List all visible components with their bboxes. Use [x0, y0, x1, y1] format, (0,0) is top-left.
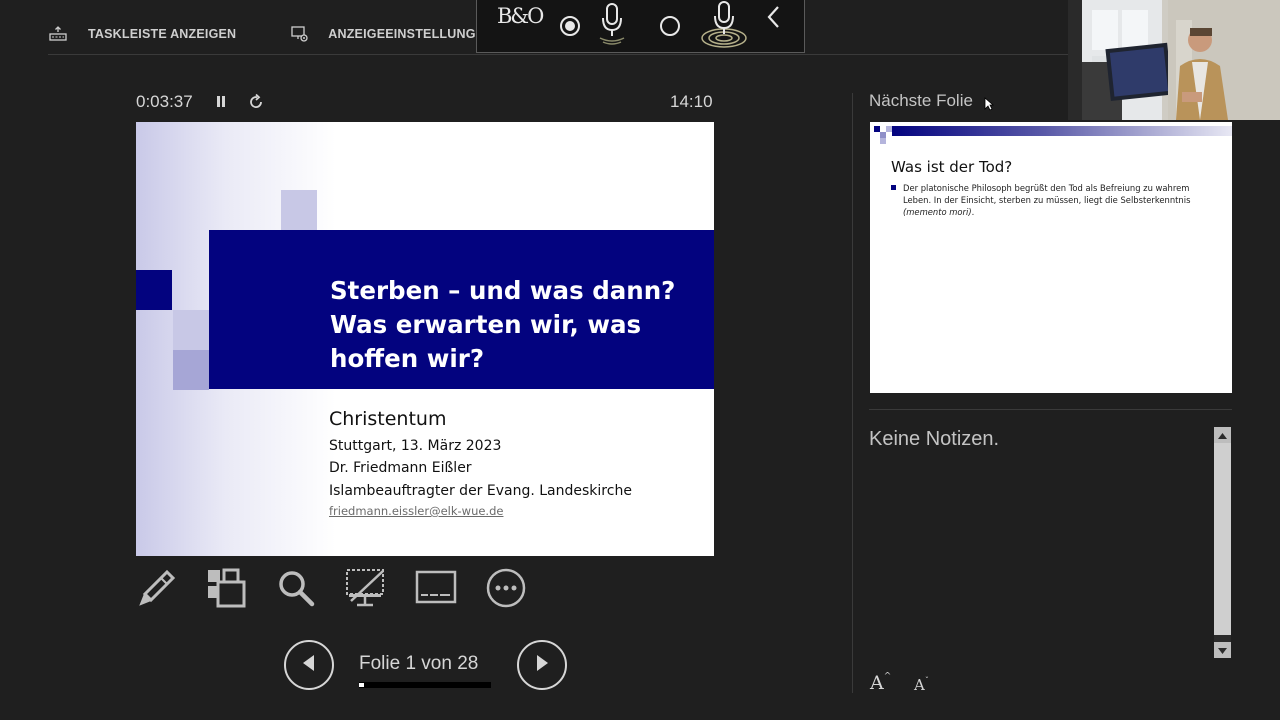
show-taskbar-button[interactable]: TASKLEISTE ANZEIGEN	[48, 26, 236, 42]
scroll-thumb[interactable]	[1214, 443, 1231, 635]
arrow-up-icon	[1218, 426, 1227, 444]
current-time: 14:10	[670, 92, 713, 111]
pen-tool-button[interactable]	[136, 568, 178, 613]
slide-subtitle: Christentum	[329, 408, 447, 430]
next-slide-body-italic: (memento mori)	[903, 207, 972, 217]
caret-down-icon: ˇ	[924, 676, 929, 685]
webcam-video	[1068, 0, 1280, 120]
slide-counter[interactable]: Folie 1 von 28	[359, 653, 478, 675]
microphone-active-icon[interactable]	[699, 0, 749, 55]
previous-slide-button[interactable]	[284, 640, 334, 690]
show-taskbar-label: TASKLEISTE ANZEIGEN	[88, 27, 237, 41]
microphone-icon[interactable]	[595, 2, 629, 53]
bullet-marker	[891, 185, 896, 190]
elapsed-timer: 0:03:37	[136, 92, 193, 111]
record-selected-icon[interactable]	[559, 15, 581, 42]
decrease-font-button[interactable]: Aˇ	[914, 676, 929, 694]
collapse-icon[interactable]	[765, 4, 783, 35]
slide-title: Sterben – und was dann? Was erwarten wir…	[330, 276, 676, 373]
next-slide-body: Der platonische Philosoph begrüßt den To…	[903, 182, 1213, 218]
decor-square	[173, 350, 209, 390]
scroll-up-button[interactable]	[1214, 427, 1231, 443]
increase-font-label: A	[870, 672, 884, 694]
next-slide-button[interactable]	[517, 640, 567, 690]
slide-line-author: Dr. Friedmann Eißler	[329, 460, 472, 476]
audio-control-overlay: B&O	[476, 0, 805, 53]
scroll-down-button[interactable]	[1214, 642, 1231, 658]
decor-square	[281, 190, 317, 230]
slide-progress-fill	[359, 683, 364, 687]
pause-timer-button[interactable]	[214, 94, 228, 115]
decor-square	[173, 310, 209, 350]
speaker-notes[interactable]: Keine Notizen.	[869, 428, 999, 451]
notes-scrollbar[interactable]	[1214, 427, 1231, 658]
pen-icon	[137, 568, 177, 613]
display-settings-icon	[290, 25, 310, 43]
slide-line-role: Islambeauftragter der Evang. Landeskirch…	[329, 483, 632, 499]
taskbar-icon	[48, 26, 70, 42]
slide-progress-bar	[359, 682, 491, 688]
previous-icon	[300, 653, 318, 678]
decor-square	[136, 270, 172, 310]
slide-email-link[interactable]: friedmann.eissler@elk-wue.de	[329, 504, 503, 518]
increase-font-button[interactable]: A^	[870, 672, 891, 694]
pause-icon	[214, 96, 228, 114]
current-slide: Sterben – und was dann? Was erwarten wir…	[136, 122, 714, 556]
zoom-icon	[276, 568, 316, 613]
record-unselected-icon[interactable]	[659, 15, 681, 42]
next-slide-preview[interactable]: Was ist der Tod? Der platonische Philoso…	[870, 122, 1232, 393]
next-slide-body-text: Der platonische Philosoph begrüßt den To…	[903, 183, 1191, 205]
next-slide-header-bar	[892, 126, 1232, 136]
subtitles-icon	[415, 568, 457, 613]
slide-line-location: Stuttgart, 13. März 2023	[329, 438, 502, 454]
pane-divider[interactable]	[852, 93, 853, 693]
black-screen-icon	[345, 567, 387, 614]
restart-icon	[247, 93, 265, 115]
mouse-cursor-icon	[984, 97, 995, 116]
decrease-font-label: A	[914, 676, 925, 694]
arrow-down-icon	[1218, 641, 1227, 659]
next-slide-label: Nächste Folie	[869, 91, 973, 110]
next-slide-title: Was ist der Tod?	[891, 158, 1013, 176]
bo-logo: B&O	[497, 4, 544, 28]
more-options-button[interactable]	[485, 568, 527, 610]
toolbar-divider	[48, 54, 1068, 55]
black-screen-button[interactable]	[345, 568, 387, 610]
zoom-button[interactable]	[275, 570, 317, 610]
slides-grid-icon	[206, 568, 246, 613]
see-all-slides-button[interactable]	[205, 568, 247, 613]
decor-square	[880, 138, 886, 144]
decor-square	[886, 126, 892, 132]
next-icon	[533, 653, 551, 678]
restart-timer-button[interactable]	[247, 93, 265, 116]
notes-divider[interactable]	[869, 409, 1232, 410]
subtitles-button[interactable]	[415, 570, 457, 610]
more-options-icon	[485, 567, 527, 614]
caret-up-icon: ^	[883, 672, 892, 682]
next-slide-body-end: .	[971, 207, 975, 217]
